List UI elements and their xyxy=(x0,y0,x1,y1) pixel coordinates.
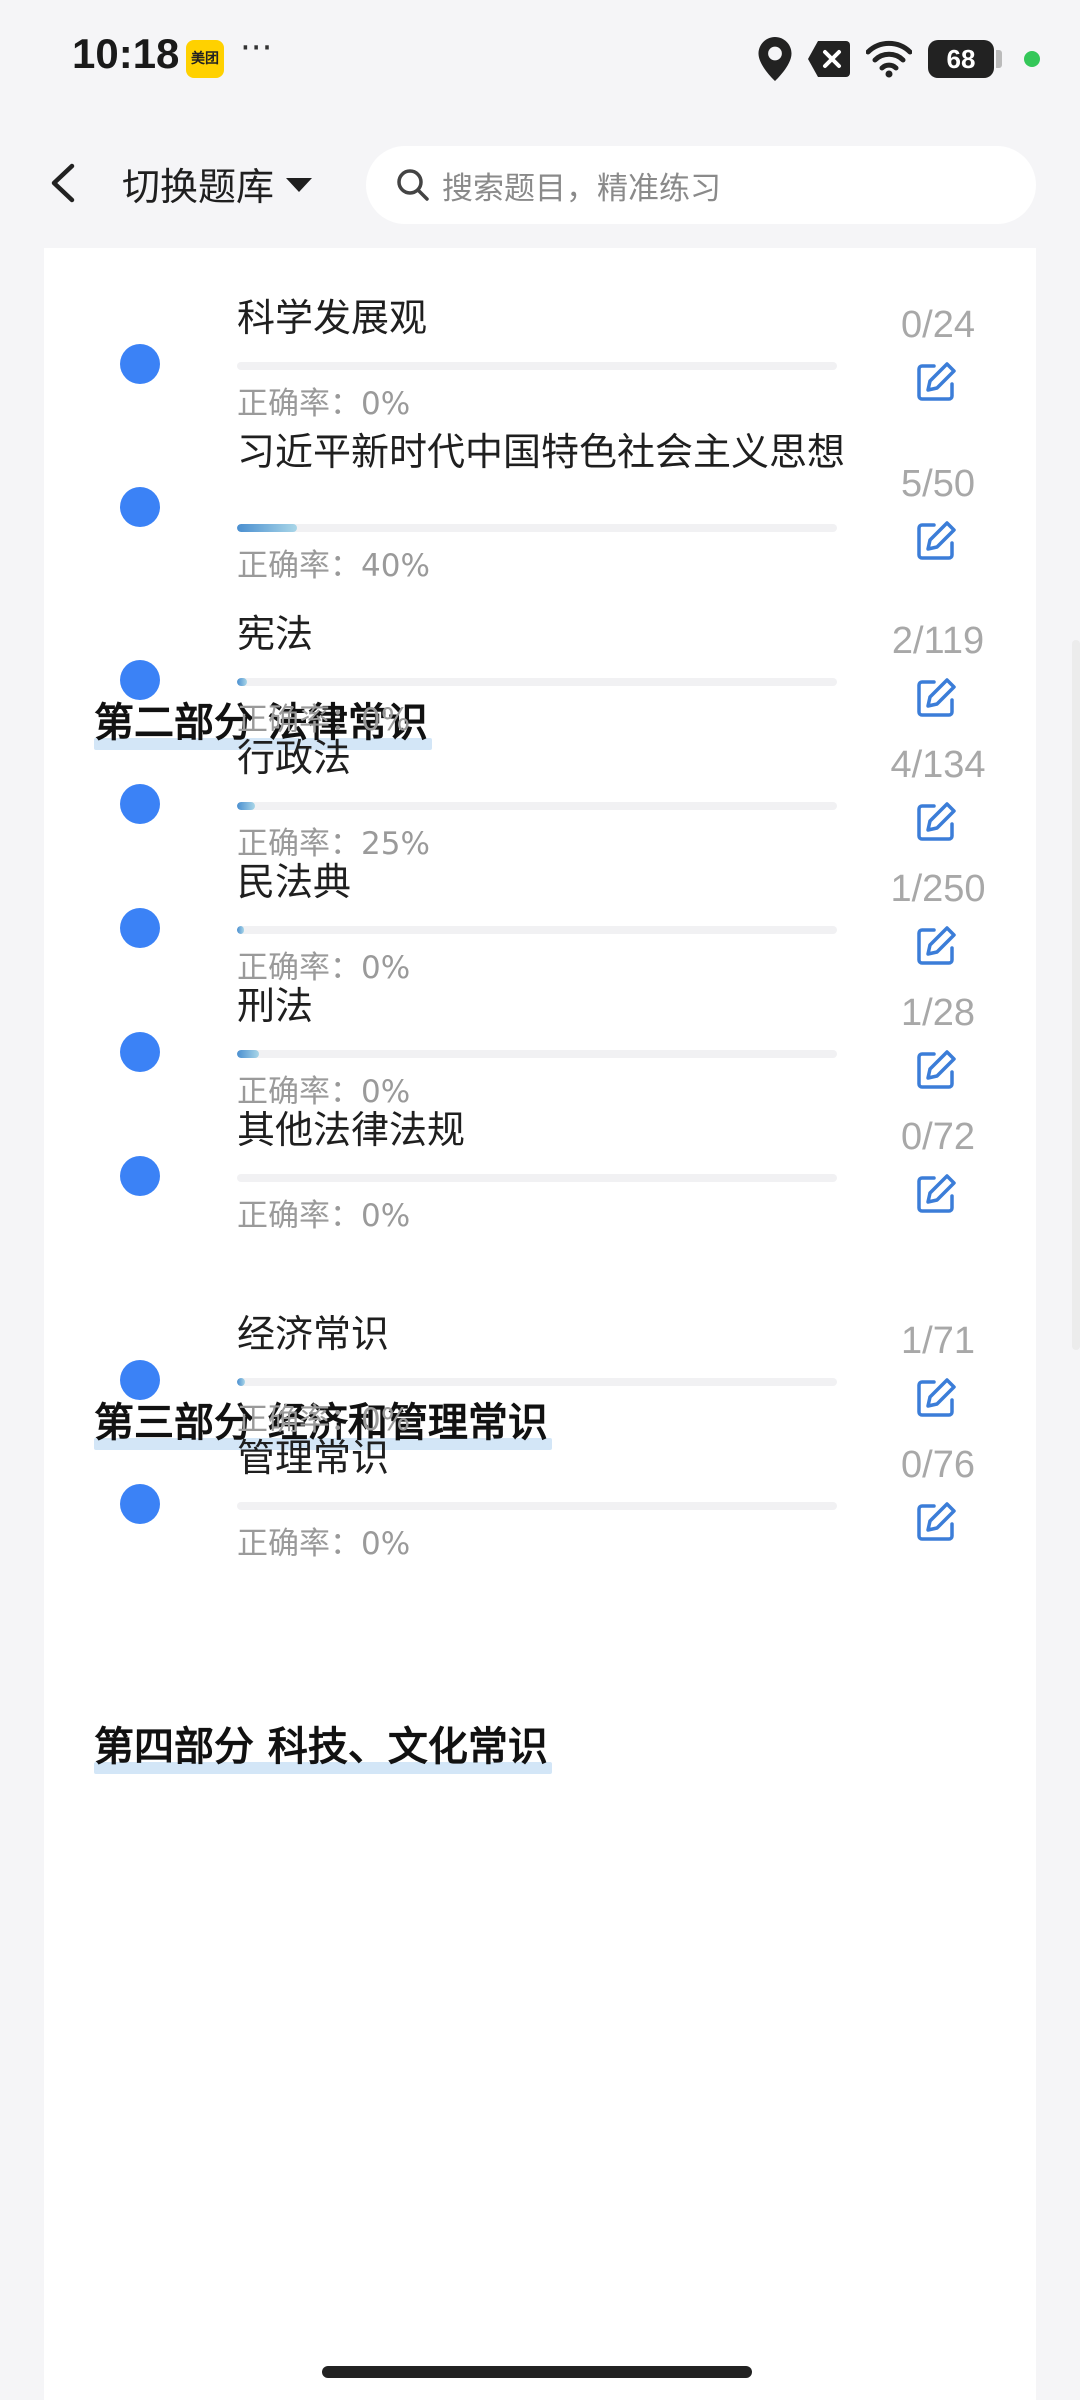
switch-question-bank-button[interactable]: 切换题库 xyxy=(122,158,313,209)
progress-count: 5/50 xyxy=(901,463,975,505)
item-title: 刑法 xyxy=(237,984,314,1028)
progress-bar xyxy=(237,678,837,686)
progress-fill xyxy=(237,678,248,686)
section-title: 第四部分 科技、文化常识 xyxy=(94,1714,552,1774)
search-icon xyxy=(397,169,429,201)
accuracy-text: 正确率：0% xyxy=(237,1198,411,1234)
progress-bar xyxy=(237,1174,837,1182)
progress-count: 1/250 xyxy=(890,868,986,910)
top-header: 切换题库 搜索题目，精准练习 xyxy=(0,118,1080,248)
item-title: 科学发展观 xyxy=(237,296,428,340)
item-title: 管理常识 xyxy=(237,1436,390,1480)
wifi-icon xyxy=(866,40,912,78)
progress-count: 0/72 xyxy=(901,1116,975,1158)
scrollbar[interactable] xyxy=(1072,640,1080,1350)
battery-icon: 68 xyxy=(928,40,1002,78)
progress-fill xyxy=(237,1050,259,1058)
item-title: 行政法 xyxy=(237,736,352,780)
progress-bar xyxy=(237,1050,837,1058)
status-bar: 10:18 美团 ··· 68 xyxy=(0,0,1080,118)
progress-count: 1/71 xyxy=(901,1320,975,1362)
progress-fill xyxy=(237,802,255,810)
edit-icon[interactable] xyxy=(914,1376,958,1420)
accuracy-text: 正确率：0% xyxy=(237,386,411,422)
status-dot xyxy=(120,784,160,824)
item-title: 宪法 xyxy=(237,612,314,656)
section-title-text: 第四部分 科技、文化常识 xyxy=(94,1724,548,1770)
edit-icon[interactable] xyxy=(914,1172,958,1216)
progress-fill xyxy=(237,524,297,532)
item-title: 经济常识 xyxy=(237,1312,390,1356)
more-notifications-icon: ··· xyxy=(240,28,273,68)
caret-down-icon xyxy=(286,178,313,192)
status-dot xyxy=(120,486,160,527)
location-icon xyxy=(758,37,792,81)
progress-bar xyxy=(237,1502,837,1510)
accuracy-text: 正确率：0% xyxy=(237,1526,411,1562)
meituan-app-icon: 美团 xyxy=(186,40,224,78)
edit-icon[interactable] xyxy=(914,924,958,968)
progress-bar xyxy=(237,1378,837,1386)
home-indicator[interactable] xyxy=(322,2366,752,2378)
progress-bar xyxy=(237,524,837,532)
progress-bar xyxy=(237,926,837,934)
progress-count: 1/28 xyxy=(901,992,975,1034)
edit-icon[interactable] xyxy=(914,360,958,404)
progress-count: 2/119 xyxy=(891,620,985,662)
switch-question-bank-label: 切换题库 xyxy=(122,164,275,209)
edit-icon[interactable] xyxy=(914,800,958,844)
edit-icon[interactable] xyxy=(914,1500,958,1544)
status-dot xyxy=(120,344,160,384)
status-dot xyxy=(120,1360,160,1400)
status-dot xyxy=(120,1156,160,1196)
privacy-indicator-dot xyxy=(1024,51,1040,67)
close-box-icon xyxy=(808,41,850,77)
progress-bar xyxy=(237,802,837,810)
edit-icon[interactable] xyxy=(914,676,958,720)
item-title: 习近平新时代中国特色社会主义思想 xyxy=(237,430,846,474)
accuracy-text: 正确率：40% xyxy=(237,548,430,584)
progress-count: 4/134 xyxy=(890,744,986,786)
search-input[interactable]: 搜索题目，精准练习 xyxy=(366,146,1036,224)
status-dot xyxy=(120,908,160,948)
progress-fill xyxy=(237,926,245,934)
back-button[interactable] xyxy=(40,158,88,208)
system-icons: 68 xyxy=(758,36,1040,82)
edit-icon[interactable] xyxy=(914,1048,958,1092)
question-bank-list: 科学发展观正确率：0% 0/24 习近平新时代中国特色社会主义思想正确率：40% 5/… xyxy=(44,248,1036,2400)
chevron-left-icon xyxy=(51,163,75,203)
item-title: 其他法律法规 xyxy=(237,1108,466,1152)
progress-fill xyxy=(237,1378,246,1386)
status-time: 10:18 xyxy=(72,30,180,77)
edit-icon[interactable] xyxy=(914,519,958,563)
status-dot xyxy=(120,1032,160,1072)
progress-count: 0/76 xyxy=(901,1444,975,1486)
status-dot xyxy=(120,1484,160,1524)
progress-bar xyxy=(237,362,837,370)
search-placeholder: 搜索题目，精准练习 xyxy=(442,170,721,207)
status-dot xyxy=(120,660,160,700)
progress-count: 0/24 xyxy=(901,304,975,346)
item-title: 民法典 xyxy=(237,860,352,904)
